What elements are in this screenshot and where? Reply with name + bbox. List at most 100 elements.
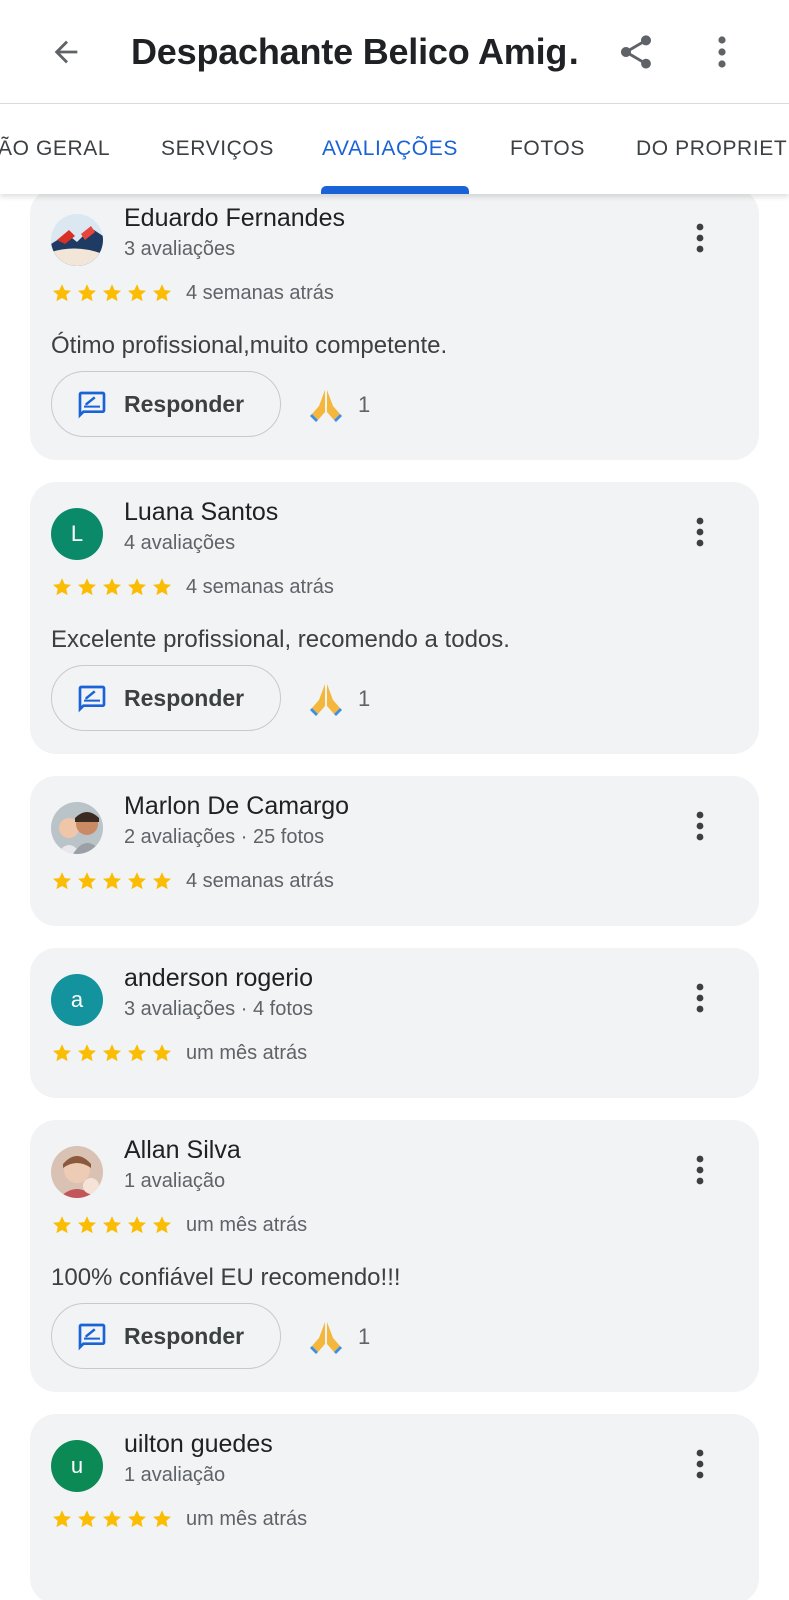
review-options-button[interactable]: [682, 508, 718, 556]
star-icon: [128, 1510, 146, 1528]
tab-services[interactable]: SERVIÇOS: [161, 104, 274, 194]
review-card: L Luana Santos 4 avaliações 4 semanas at…: [30, 482, 759, 754]
tab-reviews[interactable]: AVALIAÇÕES: [322, 104, 458, 194]
review-time: 4 semanas atrás: [186, 870, 334, 892]
avatar-letter: L: [70, 521, 84, 546]
review-card: a anderson rogerio 3 avaliações · 4 foto…: [30, 948, 759, 1098]
review-text: Excelente profissional, recomendo a todo…: [51, 626, 510, 653]
more-vert-icon: [696, 1449, 704, 1479]
star-icon: [153, 284, 171, 302]
more-vert-icon: [696, 1155, 704, 1185]
review-options-button[interactable]: [682, 974, 718, 1022]
rating-stars: [51, 1508, 173, 1530]
reviewer-meta: 3 avaliações · 4 fotos: [124, 998, 313, 1020]
avatar[interactable]: [51, 802, 103, 854]
star-icon: [103, 872, 121, 890]
reviewer-name[interactable]: uilton guedes: [124, 1430, 273, 1459]
star-icon: [53, 284, 71, 302]
review-options-button[interactable]: [682, 1440, 718, 1488]
reviewer-meta: 2 avaliações · 25 fotos: [124, 826, 325, 848]
avatar[interactable]: [51, 1146, 103, 1198]
review-time: um mês atrás: [186, 1214, 308, 1236]
reply-label: Responder: [124, 1323, 245, 1349]
star-icon: [128, 872, 146, 890]
tab-overview[interactable]: ÃO GERAL: [0, 104, 110, 194]
tab-owner[interactable]: DO PROPRIET: [636, 104, 787, 194]
reply-button[interactable]: Responder: [51, 1303, 281, 1369]
star-icon: [53, 872, 71, 890]
reply-label: Responder: [124, 685, 245, 711]
star-icon: [128, 578, 146, 596]
star-icon: [78, 1510, 96, 1528]
reply-button[interactable]: Responder: [51, 665, 281, 731]
page-title: Despachante Belico Amig…: [131, 31, 581, 72]
avatar-letter: u: [70, 1453, 84, 1478]
review-options-button[interactable]: [682, 802, 718, 850]
reply-label: Responder: [124, 391, 245, 417]
avatar-letter: a: [70, 987, 84, 1012]
reaction-count: 1: [358, 686, 371, 711]
rating-stars: [51, 576, 173, 598]
arrow-back-icon: [54, 40, 78, 64]
star-icon: [53, 578, 71, 596]
star-icon: [103, 578, 121, 596]
more-vert-icon: [696, 223, 704, 253]
folded-hands-emoji-icon[interactable]: [306, 678, 346, 718]
reviewer-name[interactable]: Allan Silva: [124, 1136, 241, 1165]
tab-bar: ÃO GERAL SERVIÇOS AVALIAÇÕES FOTOS DO PR…: [0, 104, 789, 194]
review-card: u uilton guedes 1 avaliação um mês atrás: [30, 1414, 759, 1600]
more-vert-icon: [696, 983, 704, 1013]
folded-hands-emoji-icon[interactable]: [306, 384, 346, 424]
star-icon: [153, 872, 171, 890]
star-icon: [103, 1216, 121, 1234]
more-vert-icon: [696, 517, 704, 547]
review-card: Allan Silva 1 avaliação um mês atrás 100…: [30, 1120, 759, 1392]
reply-button[interactable]: Responder: [51, 371, 281, 437]
review-options-button[interactable]: [682, 214, 718, 262]
more-vert-icon: [718, 36, 726, 68]
reviewer-name[interactable]: anderson rogerio: [124, 964, 313, 993]
reviewer-meta: 4 avaliações: [124, 532, 236, 554]
reviewer-name[interactable]: Eduardo Fernandes: [124, 204, 345, 233]
review-card: Eduardo Fernandes 3 avaliações 4 semanas…: [30, 188, 759, 460]
star-icon: [103, 1044, 121, 1062]
star-icon: [78, 872, 96, 890]
avatar[interactable]: L: [51, 508, 103, 560]
avatar[interactable]: a: [51, 974, 103, 1026]
tab-photos[interactable]: FOTOS: [510, 104, 585, 194]
star-icon: [128, 1216, 146, 1234]
avatar[interactable]: [51, 214, 103, 266]
review-time: 4 semanas atrás: [186, 576, 334, 598]
rating-stars: [51, 1214, 173, 1236]
reply-icon: [78, 685, 106, 713]
reviewer-name[interactable]: Luana Santos: [124, 498, 278, 527]
review-card: Marlon De Camargo 2 avaliações · 25 foto…: [30, 776, 759, 926]
folded-hands-emoji-icon[interactable]: [306, 1316, 346, 1356]
reviewer-meta: 1 avaliação: [124, 1464, 226, 1486]
rating-stars: [51, 870, 173, 892]
reviewer-meta: 1 avaliação: [124, 1170, 226, 1192]
reply-icon: [78, 391, 106, 419]
reviewer-name[interactable]: Marlon De Camargo: [124, 792, 349, 821]
avatar-photo: [51, 1146, 103, 1198]
star-icon: [53, 1510, 71, 1528]
rating-stars: [51, 282, 173, 304]
active-tab-indicator: [321, 186, 469, 194]
more-vert-icon: [696, 811, 704, 841]
share-button[interactable]: [612, 28, 660, 76]
review-options-button[interactable]: [682, 1146, 718, 1194]
rating-stars: [51, 1042, 173, 1064]
star-icon: [128, 1044, 146, 1062]
star-icon: [53, 1044, 71, 1062]
reply-icon: [78, 1323, 106, 1351]
star-icon: [78, 1044, 96, 1062]
star-icon: [103, 284, 121, 302]
more-options-button[interactable]: [700, 28, 744, 76]
star-icon: [103, 1510, 121, 1528]
back-button[interactable]: [44, 30, 88, 74]
reaction-count: 1: [358, 1324, 371, 1349]
avatar[interactable]: u: [51, 1440, 103, 1492]
top-app-bar: Despachante Belico Amig…: [0, 0, 789, 104]
reaction-count: 1: [358, 392, 371, 417]
review-time: um mês atrás: [186, 1508, 308, 1530]
